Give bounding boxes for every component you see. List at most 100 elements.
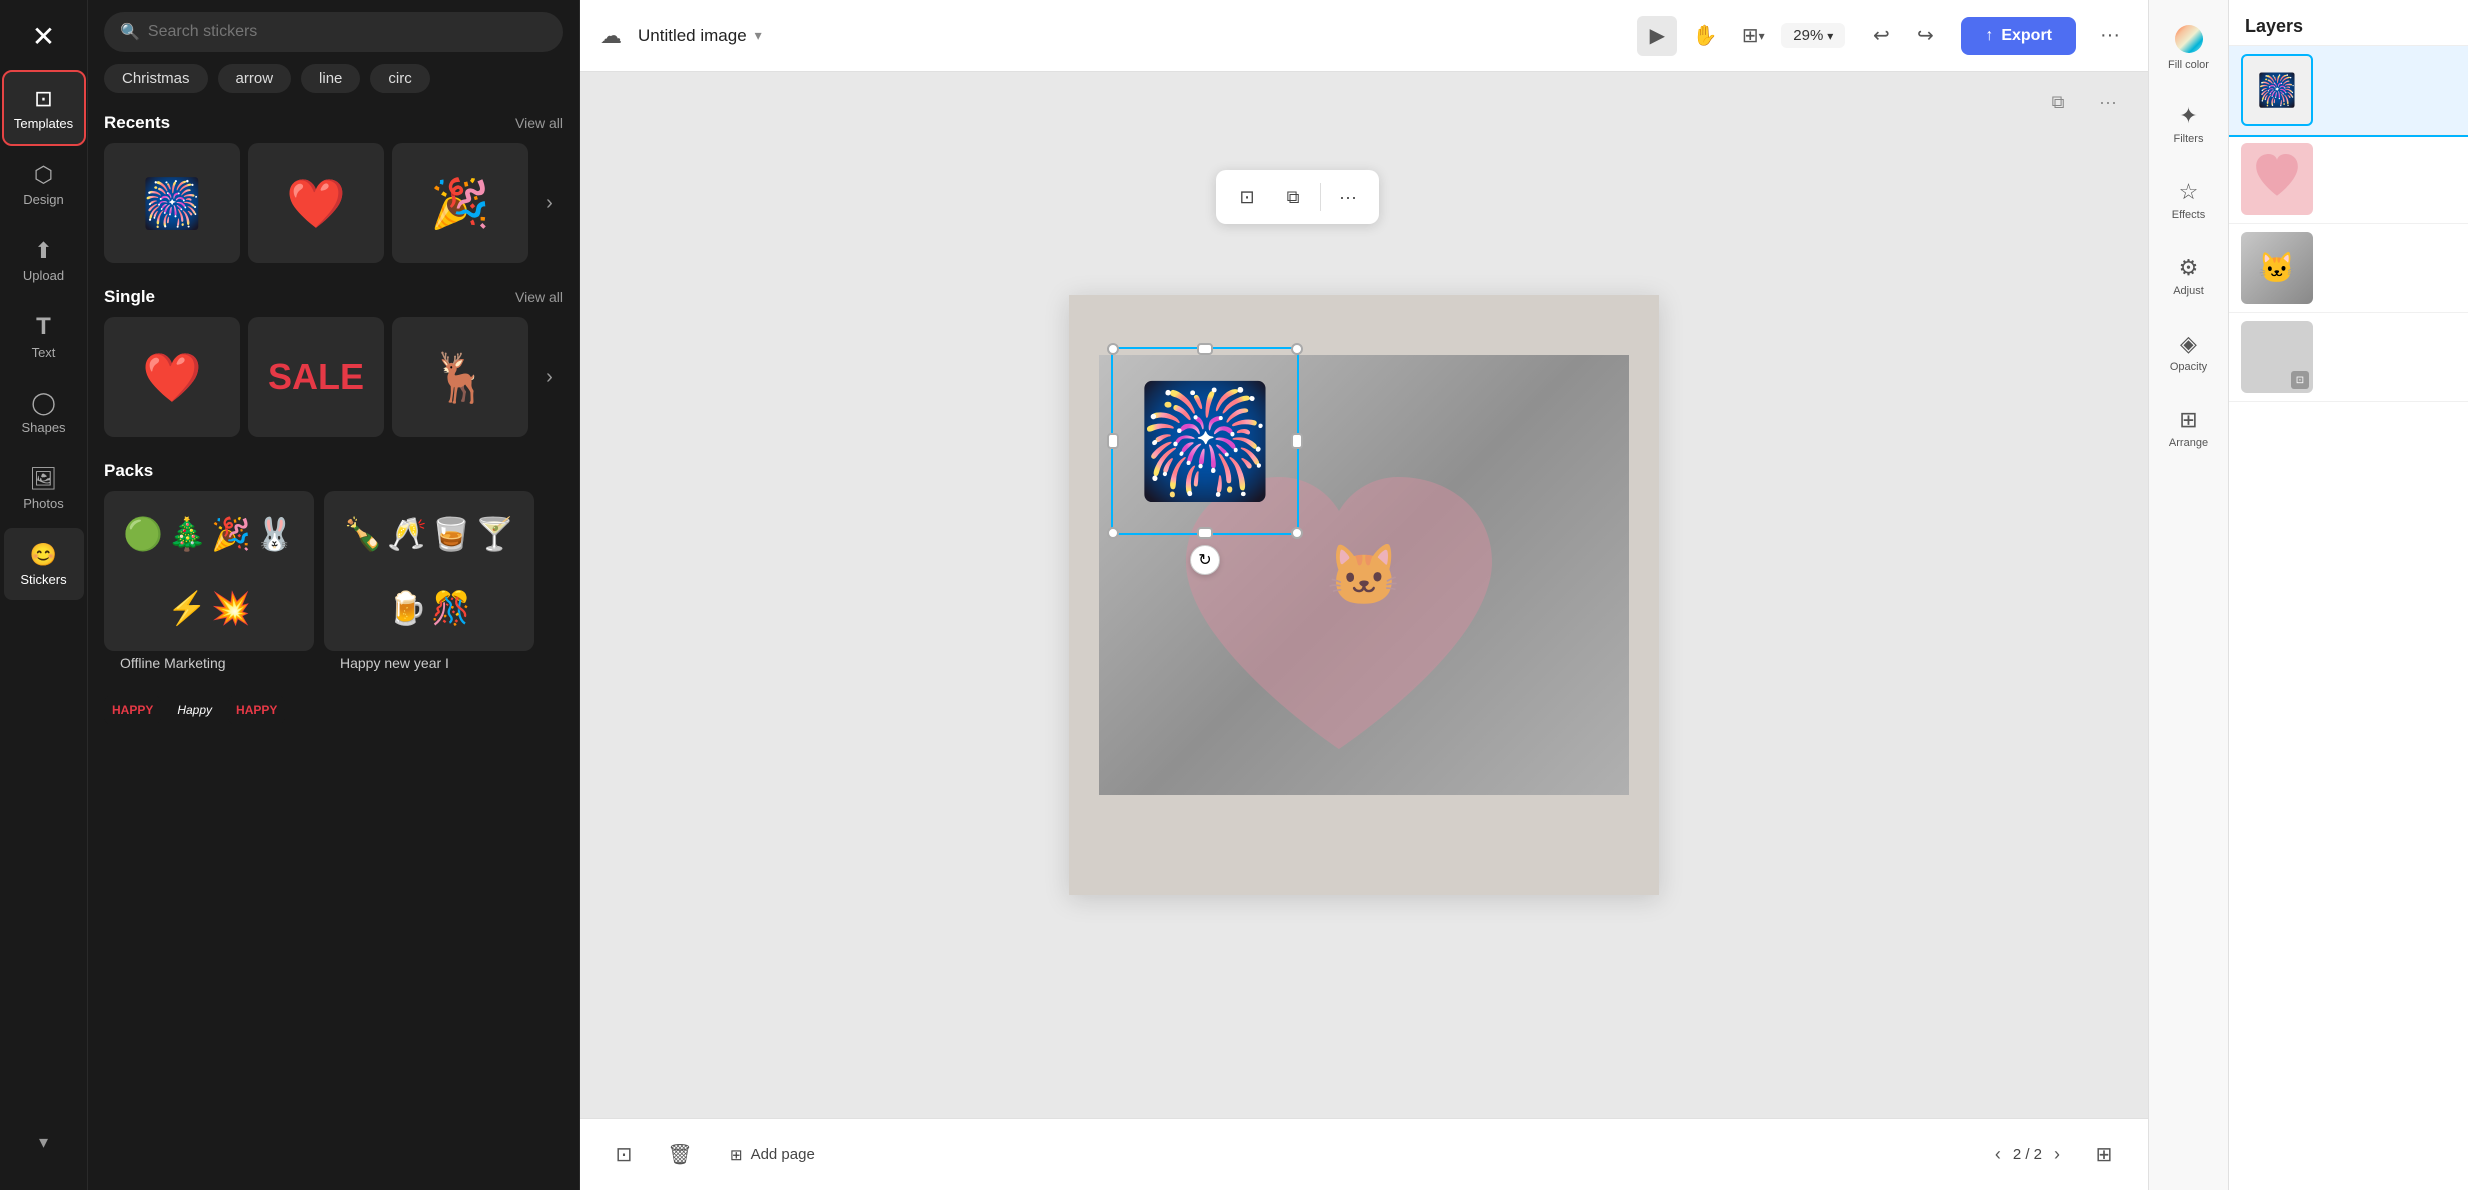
tag-circ[interactable]: circ: [370, 64, 429, 93]
grid-view-btn[interactable]: ⊞: [2084, 1135, 2124, 1175]
bg-placeholder-icon: ⊡: [2291, 371, 2309, 389]
recents-section-header: Recents View all: [88, 105, 579, 143]
single-next-arrow[interactable]: ›: [536, 317, 563, 437]
happy-text-3[interactable]: HAPPY: [228, 695, 285, 725]
layers-list: 🎆 🐱 ⊡: [2229, 46, 2468, 1190]
duplicate-page-btn[interactable]: ⊡: [604, 1135, 644, 1175]
rotate-handle[interactable]: ↻: [1190, 545, 1220, 575]
handle-mr[interactable]: [1291, 433, 1303, 449]
handle-tl[interactable]: [1107, 343, 1119, 355]
recents-next-arrow[interactable]: ›: [536, 143, 563, 263]
sidebar-item-upload[interactable]: ⬆ Upload: [4, 224, 84, 296]
handle-ml[interactable]: [1107, 433, 1119, 449]
search-input-wrapper[interactable]: 🔍: [104, 12, 563, 52]
sidebar-label-text: Text: [32, 345, 56, 360]
happy-text-2[interactable]: Happy: [169, 695, 220, 725]
crop-btn[interactable]: ⊡: [1228, 178, 1266, 216]
sticker-thumb-heart[interactable]: ❤️: [248, 143, 384, 263]
undo-btn[interactable]: ↩: [1861, 16, 1901, 56]
app-logo[interactable]: ✕: [20, 12, 68, 60]
sticker-single-reindeer[interactable]: 🦌: [392, 317, 528, 437]
tag-arrow[interactable]: arrow: [218, 64, 292, 93]
layer-item-cat[interactable]: 🐱: [2229, 224, 2468, 313]
handle-tm[interactable]: [1197, 343, 1213, 355]
pack-card-offline[interactable]: 🟢🎄🎉 🐰⚡💥: [104, 491, 314, 651]
editor-area: ☁ Untitled image ▾ ▶ ✋ ⊞ ▾ 29% ▾ ↩ ↪ ↑ E…: [580, 0, 2148, 1190]
search-input[interactable]: [148, 23, 547, 41]
handle-tr[interactable]: [1291, 343, 1303, 355]
effects-icon: ☆: [2179, 179, 2199, 205]
canvas-copy-icon[interactable]: ⧉: [2038, 82, 2078, 122]
shapes-icon: ◯: [31, 390, 56, 416]
sidebar-label-design: Design: [23, 192, 63, 207]
more-options-btn[interactable]: ···: [2092, 18, 2128, 54]
view-btn[interactable]: ⊞ ▾: [1733, 16, 1773, 56]
layer-item-firework[interactable]: 🎆: [2229, 46, 2468, 135]
sidebar-item-photos[interactable]: 🖼 Photos: [4, 452, 84, 524]
pack-happy-new-year[interactable]: 🍾🥂🥃 🍸🍺🎊 Happy new year I: [324, 491, 534, 687]
sidebar-item-templates[interactable]: ⊡ Templates: [4, 72, 84, 144]
sticker-thumb-party[interactable]: 🎉: [392, 143, 528, 263]
redo-btn[interactable]: ↪: [1905, 16, 1945, 56]
filters-tool[interactable]: ✦ Filters: [2153, 88, 2225, 160]
sticker-thumb-firework[interactable]: 🎆: [104, 143, 240, 263]
sticker-single-sale[interactable]: SALE: [248, 317, 384, 437]
delete-page-btn[interactable]: 🗑: [660, 1135, 700, 1175]
pan-tool-btn[interactable]: ✋: [1685, 16, 1725, 56]
sidebar-item-stickers[interactable]: 😊 Stickers: [4, 528, 84, 600]
select-tool-btn[interactable]: ▶: [1637, 16, 1677, 56]
copy-style-btn[interactable]: ⧉: [1274, 178, 1312, 216]
collapse-sidebar-btn[interactable]: ▾: [4, 1106, 84, 1178]
text-icon: T: [36, 313, 51, 341]
handle-bm[interactable]: [1197, 527, 1213, 539]
effects-label: Effects: [2172, 209, 2205, 221]
canvas-wrapper[interactable]: ⊡ ⧉ ··· ⧉ ··· 🐱: [580, 72, 2148, 1118]
layer-item-bg[interactable]: ⊡: [2229, 313, 2468, 402]
prev-page-btn[interactable]: ‹: [1995, 1144, 2001, 1165]
handle-bl[interactable]: [1107, 527, 1119, 539]
canvas-bg: 🐱: [1069, 295, 1659, 895]
pack-offline-marketing[interactable]: 🟢🎄🎉 🐰⚡💥 Offline Marketing: [104, 491, 314, 687]
cloud-save-icon[interactable]: ☁: [600, 23, 622, 49]
sidebar-item-shapes[interactable]: ◯ Shapes: [4, 376, 84, 448]
zoom-control[interactable]: 29% ▾: [1781, 23, 1845, 48]
arrange-tool[interactable]: ⊞ Arrange: [2153, 392, 2225, 464]
pack-label-newyear: Happy new year I: [324, 655, 534, 687]
fill-color-tool[interactable]: Fill color: [2153, 12, 2225, 84]
opacity-tool[interactable]: ◈ Opacity: [2153, 316, 2225, 388]
fill-color-swatch: [2175, 25, 2203, 53]
happy-text-1[interactable]: HAPPY: [104, 695, 161, 725]
zoom-value: 29%: [1793, 27, 1823, 44]
adjust-tool[interactable]: ⚙ Adjust: [2153, 240, 2225, 312]
search-bar: 🔍: [88, 0, 579, 64]
fireworks-sticker-selected[interactable]: 🎆 ↻: [1111, 347, 1299, 535]
sidebar-label-templates: Templates: [14, 116, 73, 131]
export-btn[interactable]: ↑ Export: [1961, 17, 2076, 55]
doc-title-text: Untitled image: [638, 26, 747, 46]
add-page-btn[interactable]: ⊞ Add page: [716, 1138, 829, 1172]
next-page-btn[interactable]: ›: [2054, 1144, 2060, 1165]
tag-christmas[interactable]: Christmas: [104, 64, 208, 93]
pack-card-newyear[interactable]: 🍾🥂🥃 🍸🍺🎊: [324, 491, 534, 651]
pack-row: 🟢🎄🎉 🐰⚡💥 Offline Marketing 🍾🥂🥃 🍸🍺🎊 Happy …: [88, 491, 579, 695]
recents-view-all[interactable]: View all: [515, 115, 563, 131]
sidebar-item-design[interactable]: ⬡ Design: [4, 148, 84, 220]
handle-br[interactable]: [1291, 527, 1303, 539]
layer-thumb-bg: ⊡: [2241, 321, 2313, 393]
pack-label-offline: Offline Marketing: [104, 655, 314, 687]
undo-redo: ↩ ↪: [1861, 16, 1945, 56]
tag-line[interactable]: line: [301, 64, 360, 93]
layer-item-heart[interactable]: [2229, 135, 2468, 224]
page-nav: ‹ 2 / 2 ›: [1995, 1144, 2060, 1165]
single-view-all[interactable]: View all: [515, 289, 563, 305]
canvas-more-icon[interactable]: ···: [2088, 82, 2128, 122]
effects-tool[interactable]: ☆ Effects: [2153, 164, 2225, 236]
search-icon: 🔍: [120, 22, 140, 42]
sticker-single-heart[interactable]: ❤️: [104, 317, 240, 437]
sidebar-item-text[interactable]: T Text: [4, 300, 84, 372]
zoom-caret: ▾: [1827, 29, 1833, 43]
packs-section-header: Packs: [88, 453, 579, 491]
more-element-options-btn[interactable]: ···: [1329, 178, 1367, 216]
document-title[interactable]: Untitled image ▾: [638, 26, 762, 46]
templates-icon: ⊡: [34, 86, 52, 112]
